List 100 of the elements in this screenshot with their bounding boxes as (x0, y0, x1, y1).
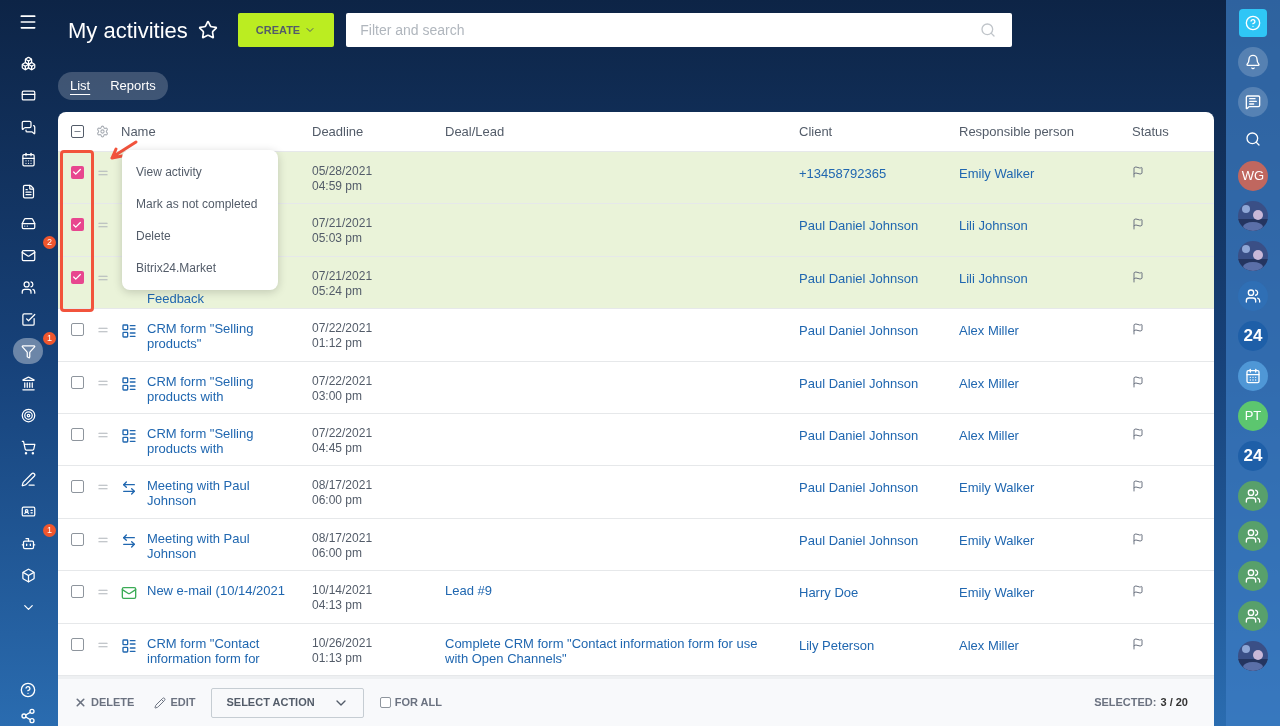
person-link[interactable]: Emily Walker (959, 532, 1035, 548)
row-checkbox[interactable] (70, 165, 84, 179)
client-link[interactable]: Paul Daniel Johnson (799, 270, 919, 286)
notifications-button[interactable] (1238, 47, 1268, 77)
activity-link[interactable]: CRM form "Selling products" (147, 321, 292, 352)
deadline-date: 10/26/2021 (312, 635, 374, 651)
document-icon (20, 183, 36, 199)
logo-avatar[interactable]: 24 (1238, 441, 1268, 471)
menu-icon[interactable] (18, 12, 38, 32)
client-link[interactable]: +13458792365 (799, 165, 887, 181)
people-icon (1245, 288, 1261, 304)
column-header[interactable]: Deadline (312, 121, 445, 142)
messages-button[interactable] (1238, 87, 1268, 117)
deadline-date: 07/22/2021 (312, 321, 374, 337)
person-link[interactable]: Lili Johnson (959, 270, 1028, 286)
deadline-time: 05:03 pm (312, 231, 364, 247)
person-link[interactable]: Lili Johnson (959, 218, 1028, 234)
column-header[interactable]: Name (121, 121, 312, 142)
client-link[interactable]: Paul Daniel Johnson (799, 375, 919, 391)
help-icon (1245, 15, 1261, 31)
group-button[interactable] (1238, 561, 1268, 591)
star-icon[interactable] (197, 20, 218, 40)
person-link[interactable]: Alex Miller (959, 637, 1019, 653)
menu-item[interactable]: View activity (122, 156, 278, 188)
row-checkbox[interactable] (70, 585, 84, 599)
person-link[interactable]: Alex Miller (959, 428, 1019, 444)
people-icon (1245, 568, 1261, 584)
person-link[interactable]: Emily Walker (959, 165, 1035, 181)
form-icon (121, 375, 137, 392)
activity-link[interactable]: CRM form "Selling products with (147, 373, 292, 404)
person-link[interactable]: Emily Walker (959, 585, 1035, 601)
row-checkbox[interactable] (70, 270, 84, 284)
deadline-time: 04:45 pm (312, 441, 364, 457)
deal-link[interactable]: Lead #9 (445, 583, 779, 599)
flag-icon (1132, 165, 1144, 178)
create-button[interactable]: CREATE (237, 13, 335, 47)
client-link[interactable]: Paul Daniel Johnson (799, 218, 919, 234)
group-button[interactable] (1238, 521, 1268, 551)
meeting-icon (121, 480, 137, 497)
activity-link[interactable]: CRM form "Selling products with (147, 426, 292, 457)
box-icon (20, 567, 36, 583)
row-checkbox[interactable] (70, 218, 84, 232)
client-link[interactable]: Lily Peterson (799, 637, 875, 653)
client-link[interactable]: Paul Daniel Johnson (799, 480, 919, 496)
client-link[interactable]: Paul Daniel Johnson (799, 532, 919, 548)
people-icon (1245, 608, 1261, 624)
menu-item[interactable]: Delete (122, 220, 278, 252)
activity-link[interactable]: CRM form "Contact information form for (147, 635, 292, 666)
count-badge: 1 (43, 332, 56, 345)
group-button[interactable] (1238, 481, 1268, 511)
view-tab[interactable]: List (61, 75, 100, 97)
client-link[interactable]: Harry Doe (799, 585, 859, 601)
person-link[interactable]: Emily Walker (959, 480, 1035, 496)
flag-icon (1132, 585, 1144, 598)
row-checkbox[interactable] (70, 532, 84, 546)
group-button[interactable] (1238, 601, 1268, 631)
chat-icon (20, 119, 36, 135)
message-icon (1245, 94, 1261, 110)
edit-button[interactable]: EDIT (154, 694, 196, 711)
deadline-date: 10/14/2021 (312, 583, 374, 599)
row-checkbox[interactable] (70, 428, 84, 442)
row-checkbox[interactable] (70, 480, 84, 494)
view-tab[interactable]: Reports (101, 75, 165, 97)
help-icon[interactable] (20, 682, 36, 698)
column-header[interactable]: Responsible person (959, 121, 1132, 142)
deal-link[interactable]: Complete CRM form "Contact information form for use with Open Channels" (445, 635, 779, 666)
activity-link[interactable]: Meeting with Paul Johnson (147, 530, 292, 561)
delete-button[interactable]: DELETE (74, 694, 135, 711)
row-checkbox[interactable] (70, 375, 84, 389)
column-header[interactable]: Client (799, 121, 959, 142)
person-link[interactable]: Alex Miller (959, 375, 1019, 391)
flag-icon (1132, 375, 1144, 388)
deadline-date: 08/17/2021 (312, 530, 374, 546)
column-header[interactable]: Deal/Lead (445, 121, 799, 142)
activity-link[interactable]: Meeting with Paul Johnson (147, 478, 292, 509)
selected-label: SELECTED: (1094, 695, 1157, 711)
network-icon[interactable] (20, 708, 36, 724)
row-checkbox[interactable] (70, 637, 84, 651)
client-link[interactable]: Paul Daniel Johnson (799, 428, 919, 444)
nav-item[interactable] (13, 338, 43, 364)
search-field[interactable]: Filter and search (346, 13, 1013, 47)
robot-icon (20, 535, 36, 551)
calendar-button[interactable] (1238, 361, 1268, 391)
client-link[interactable]: Paul Daniel Johnson (799, 323, 919, 339)
email-icon (121, 585, 137, 602)
row-checkbox[interactable] (70, 323, 84, 337)
column-header[interactable]: Status (1132, 121, 1202, 142)
select-action-dropdown[interactable]: SELECT ACTION (211, 687, 364, 718)
form-icon (121, 428, 137, 445)
deadline-time: 05:24 pm (312, 283, 364, 299)
group-chat-button[interactable] (1238, 281, 1268, 311)
selected-count: 3 / 20 (1160, 695, 1188, 711)
search-icon[interactable] (1245, 131, 1261, 147)
avatar[interactable]: WG (1238, 161, 1268, 191)
select-all-checkbox[interactable] (70, 124, 84, 138)
logo-avatar[interactable]: 24 (1238, 321, 1268, 351)
for-all-checkbox[interactable]: FOR ALL (379, 694, 442, 711)
activity-link[interactable]: New e-mail (10/14/2021 (147, 583, 286, 602)
person-link[interactable]: Alex Miller (959, 323, 1019, 339)
activity-link[interactable]: Feedback (147, 290, 205, 306)
